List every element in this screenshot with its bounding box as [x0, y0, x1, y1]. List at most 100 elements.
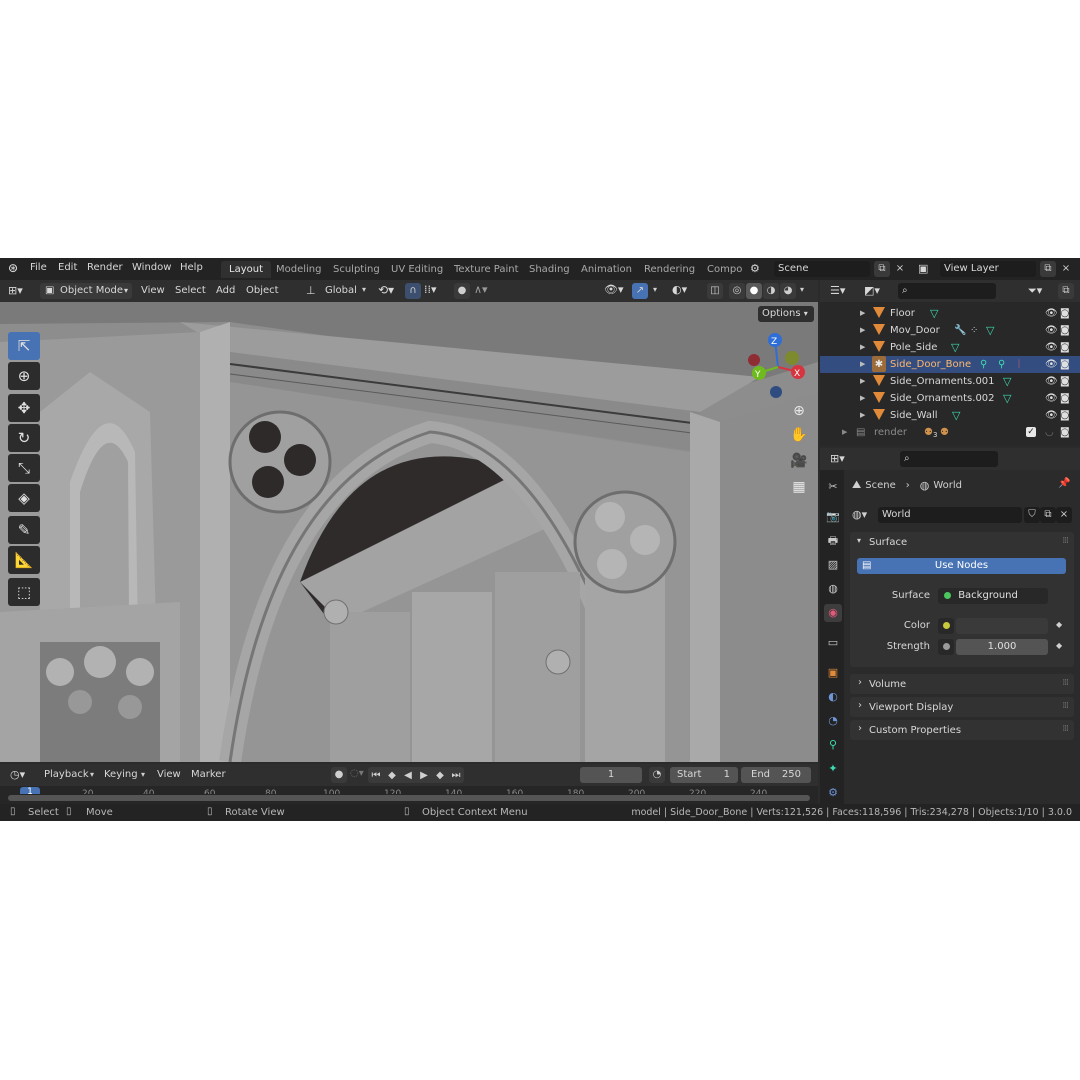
tab-layout[interactable]: Layout — [221, 261, 271, 278]
modifiers-tab-icon[interactable]: ◐ — [824, 688, 842, 706]
orientation-selector[interactable]: Global — [325, 285, 357, 296]
surface-panel-header[interactable]: ▾ Surface ⁞⁞⁞ — [850, 532, 1074, 552]
tab-sculpting[interactable]: Sculpting — [325, 261, 388, 278]
eye-icon[interactable]: 👁 — [1045, 373, 1058, 390]
eye-icon[interactable]: 👁 — [1045, 305, 1058, 322]
expand-arrow-icon[interactable]: ▶ — [860, 356, 865, 373]
camera-icon[interactable]: ◙ — [1060, 424, 1070, 441]
menu-object[interactable]: Object — [246, 285, 279, 296]
transform-tool[interactable]: ◈ — [8, 484, 40, 512]
next-keyframe-icon[interactable]: ◆ — [432, 770, 448, 781]
snap-toggle-icon[interactable]: ∩ — [405, 283, 421, 299]
expand-arrow-icon[interactable]: ▶ — [860, 339, 865, 356]
eye-icon[interactable]: 👁 — [1045, 390, 1058, 407]
keyframe-dot-icon[interactable]: ◆ — [1056, 620, 1062, 629]
editor-type-icon[interactable]: ⊞▾ — [8, 284, 23, 297]
camera-icon[interactable]: ◙ — [1060, 390, 1070, 407]
view-layer-tab-icon[interactable]: ▨ — [824, 556, 842, 574]
view-layer-icon[interactable]: ▣ — [918, 262, 928, 275]
scene-name-field[interactable]: Scene — [774, 261, 870, 277]
viewport-display-panel[interactable]: › Viewport Display ⁞⁞⁞ — [850, 697, 1074, 717]
jump-start-icon[interactable]: ⏮ — [368, 770, 384, 781]
outliner-search-input[interactable]: ⌕ — [898, 283, 996, 299]
menu-file[interactable]: File — [30, 262, 47, 273]
xray-icon[interactable]: ◫ — [707, 283, 723, 299]
move-tool[interactable]: ✥ — [8, 394, 40, 422]
expand-arrow-icon[interactable]: ▶ — [860, 407, 865, 424]
color-swatch[interactable] — [956, 618, 1048, 634]
play-icon[interactable]: ▶ — [416, 770, 432, 781]
proportional-edit-icon[interactable]: ● — [454, 283, 470, 299]
tool-tab-icon[interactable]: ✂ — [824, 478, 842, 496]
particles-tab-icon[interactable]: ◔ — [824, 712, 842, 730]
outliner-collection-render[interactable]: ▶ ▤ render ⚉ 3 ⚉ ✓ ◡ ◙ — [820, 424, 1080, 441]
end-frame-field[interactable]: End 250 — [741, 767, 811, 783]
3d-viewport[interactable]: ⇱ ⊕ ✥ ↻ ⤡ ◈ ✎ 📐 ⬚ Options ▾ Z X Y ⊕ ✋ 🎥 … — [0, 302, 818, 762]
menu-add[interactable]: Add — [216, 285, 235, 296]
object-tab-icon[interactable]: ▣ — [824, 664, 842, 682]
outliner-item-mov-door[interactable]: ▶ Mov_Door 🔧 ⁘ ▽ 👁 ◙ — [820, 322, 1080, 339]
jump-end-icon[interactable]: ⏭ — [448, 770, 464, 781]
view-layer-field[interactable]: View Layer — [940, 261, 1036, 277]
record-icon[interactable]: ● — [331, 767, 347, 783]
camera-icon[interactable]: ◙ — [1060, 305, 1070, 322]
properties-search-input[interactable]: ⌕ — [900, 451, 998, 467]
timeline-scrollbar[interactable] — [8, 795, 810, 801]
menu-marker[interactable]: Marker — [191, 769, 226, 780]
expand-arrow-icon[interactable]: ▶ — [860, 322, 865, 339]
menu-window[interactable]: Window — [132, 262, 171, 273]
cursor-tool[interactable]: ⊕ — [8, 362, 40, 390]
scale-tool[interactable]: ⤡ — [8, 454, 40, 482]
pivot-icon[interactable]: ⟲▾ — [378, 283, 394, 297]
material-shading-icon[interactable]: ◑ — [763, 283, 779, 299]
orientation-icon[interactable]: ⊥ — [306, 284, 316, 297]
camera-icon[interactable]: ◙ — [1060, 356, 1070, 373]
scene-selector-icon[interactable]: ⚙ — [750, 262, 760, 275]
scene-tab-icon[interactable]: ◍ — [824, 580, 842, 598]
expand-arrow-icon[interactable]: ▶ — [860, 390, 865, 407]
expand-arrow-icon[interactable]: ▶ — [842, 424, 847, 441]
tab-modeling[interactable]: Modeling — [268, 261, 330, 278]
strength-field[interactable]: 1.000 — [956, 639, 1048, 655]
expand-arrow-icon[interactable]: ▶ — [860, 305, 865, 322]
falloff-icon[interactable]: ∧▾ — [474, 283, 488, 296]
solid-shading-icon[interactable]: ● — [746, 283, 762, 299]
outliner-item-side-door-bone[interactable]: ▶ ✱ Side_Door_Bone ⚲ ⚲ ᛁ 👁 ◙ — [820, 356, 1080, 373]
keyframe-dot-icon[interactable]: ◆ — [1056, 641, 1062, 650]
blender-logo-icon[interactable]: ⊛ — [8, 261, 18, 275]
new-scene-icon[interactable]: ⧉ — [874, 261, 890, 277]
outliner-item-side-ornaments-002[interactable]: ▶ Side_Ornaments.002 ▽ 👁 ◙ — [820, 390, 1080, 407]
measure-tool[interactable]: 📐 — [8, 546, 40, 574]
start-frame-field[interactable]: Start 1 — [670, 767, 738, 783]
keying-set-icon[interactable]: ◌▾ — [350, 768, 364, 779]
include-checkbox[interactable]: ✓ — [1026, 427, 1036, 437]
tab-animation[interactable]: Animation — [573, 261, 640, 278]
prev-keyframe-icon[interactable]: ◆ — [384, 770, 400, 781]
wireframe-shading-icon[interactable]: ◎ — [729, 283, 745, 299]
delete-scene-icon[interactable]: × — [892, 261, 908, 277]
pan-hand-icon[interactable]: ✋ — [788, 424, 810, 446]
gizmo-toggle-icon[interactable]: ↗ — [632, 283, 648, 299]
menu-select[interactable]: Select — [175, 285, 206, 296]
clock-editor-icon[interactable]: ◷▾ — [10, 768, 25, 781]
render-tab-icon[interactable]: 📷 — [824, 508, 842, 526]
color-socket-button[interactable] — [938, 618, 954, 634]
camera-icon[interactable]: ◙ — [1060, 407, 1070, 424]
output-tab-icon[interactable]: 🖶 — [824, 532, 842, 550]
snap-target-icon[interactable]: ⁞⁞▾ — [424, 283, 437, 296]
menu-render[interactable]: Render — [87, 262, 123, 273]
camera-icon[interactable]: ◙ — [1060, 339, 1070, 356]
playhead-frame[interactable]: 1 — [20, 787, 40, 794]
zoom-icon[interactable]: ⊕ — [788, 400, 810, 422]
camera-icon[interactable]: ◙ — [1060, 373, 1070, 390]
menu-playback[interactable]: Playback — [44, 769, 89, 780]
outliner-item-pole-side[interactable]: ▶ Pole_Side ▽ 👁 ◙ — [820, 339, 1080, 356]
play-reverse-icon[interactable]: ◀ — [400, 770, 416, 781]
world-name-field[interactable]: World — [878, 507, 1022, 523]
physics-tab-icon[interactable]: ⚲ — [824, 736, 842, 754]
new-view-layer-icon[interactable]: ⧉ — [1040, 261, 1056, 277]
grid-ortho-icon[interactable]: ▦ — [788, 476, 810, 498]
camera-icon[interactable]: ◙ — [1060, 322, 1070, 339]
expand-arrow-icon[interactable]: ▶ — [860, 373, 865, 390]
camera-view-icon[interactable]: 🎥 — [788, 450, 810, 472]
